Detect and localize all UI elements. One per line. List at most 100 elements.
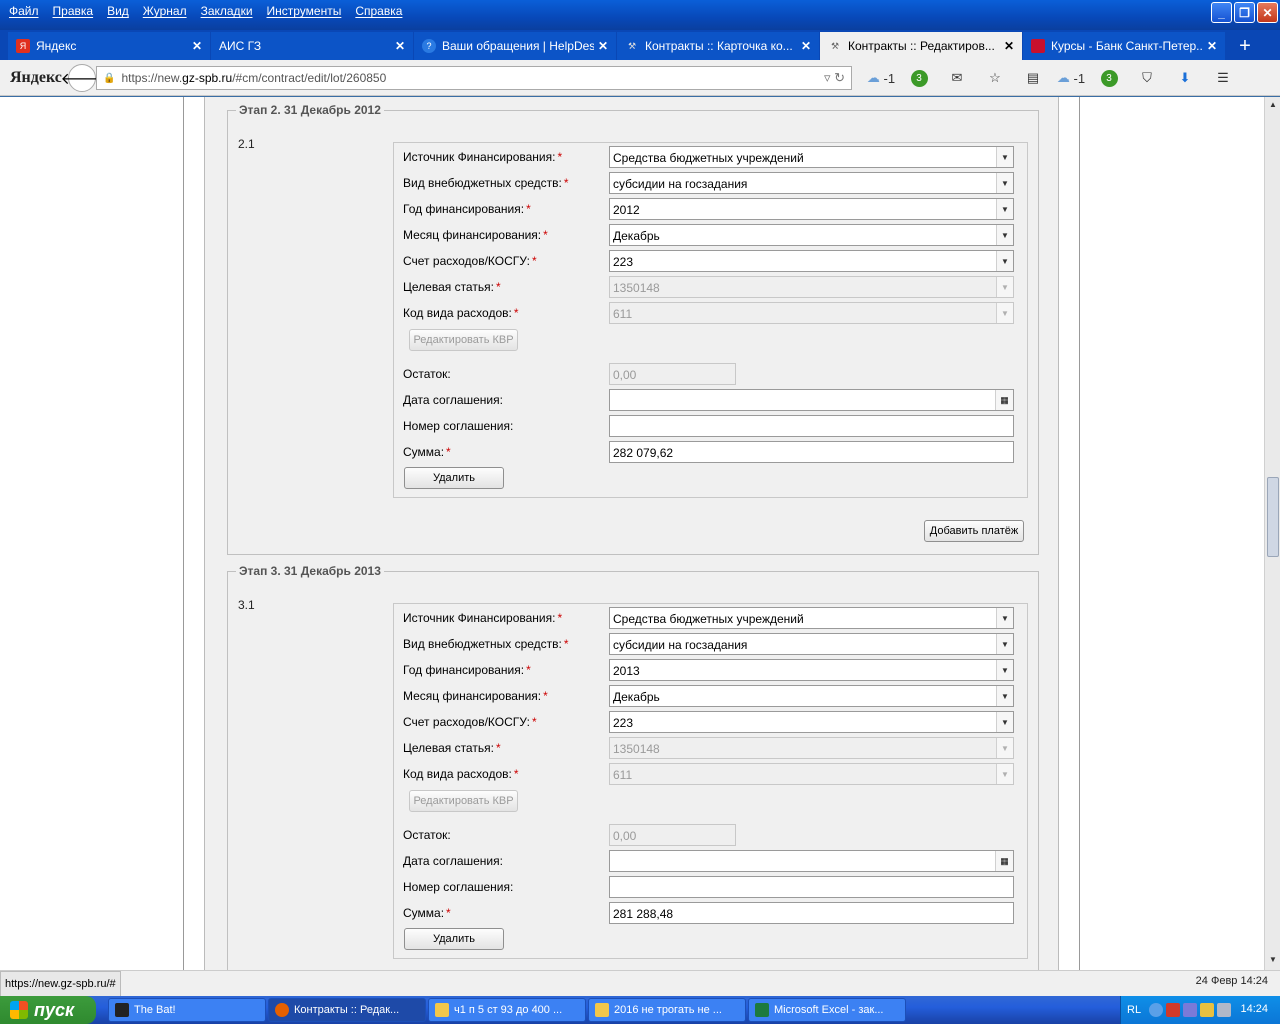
row-year: Год финансирования: * 2012 ▼: [403, 198, 1015, 220]
year-select[interactable]: 2013 ▼: [609, 659, 1014, 681]
payment-block: Источник Финансирования: * Средства бюдже…: [393, 142, 1028, 498]
task-excel[interactable]: Microsoft Excel - зак...: [748, 998, 906, 1022]
minimize-icon[interactable]: _: [1211, 2, 1232, 23]
yandex-icon: Я: [16, 39, 30, 53]
label-year: Год финансирования: *: [403, 202, 531, 216]
new-tab-icon[interactable]: +: [1230, 32, 1260, 60]
label-sum: Сумма: *: [403, 445, 451, 459]
status-url: https://new.gz-spb.ru/#: [0, 971, 121, 997]
chevron-down-icon: ▼: [996, 303, 1013, 323]
task-the-bat[interactable]: The Bat!: [108, 998, 266, 1022]
menu-help[interactable]: Справка: [348, 4, 409, 18]
agreement-number-field[interactable]: [609, 415, 1014, 437]
extension-badge-icon[interactable]: 3: [900, 68, 938, 88]
close-tab-icon[interactable]: ✕: [395, 39, 405, 53]
scroll-thumb[interactable]: [1267, 477, 1279, 557]
agreement-number-field[interactable]: [609, 876, 1014, 898]
menu-file[interactable]: Файл: [2, 4, 46, 18]
menu-tools[interactable]: Инструменты: [260, 4, 349, 18]
sum-field[interactable]: 282 079,62: [609, 441, 1014, 463]
pocket-icon[interactable]: ⛉: [1128, 68, 1166, 88]
tab-yandex[interactable]: Я Яндекс ✕: [8, 32, 210, 60]
tab-label: Контракты :: Карточка ко...: [645, 39, 793, 53]
tab-contract-edit[interactable]: ⚒ Контракты :: Редактиров... ✕: [820, 32, 1022, 60]
close-tab-icon[interactable]: ✕: [801, 39, 811, 53]
menu-bookmarks[interactable]: Закладки: [194, 4, 260, 18]
chevron-down-icon: ▼: [996, 660, 1013, 680]
chevron-down-icon: ▼: [996, 764, 1013, 784]
network-icon[interactable]: [1183, 1003, 1198, 1017]
back-arrow-icon[interactable]: 🡐: [61, 64, 103, 92]
agreement-date-field[interactable]: ▦: [609, 389, 1014, 411]
label-target: Целевая статья: *: [403, 280, 501, 294]
tab-contract-card[interactable]: ⚒ Контракты :: Карточка ко... ✕: [617, 32, 819, 60]
cloud-icon[interactable]: ☁ -1: [1052, 68, 1090, 88]
tab-helpdesk[interactable]: ? Ваши обращения | HelpDes... ✕: [414, 32, 616, 60]
tab-label: АИС ГЗ: [219, 39, 262, 53]
month-select[interactable]: Декабрь ▼: [609, 224, 1014, 246]
extension-badge-icon[interactable]: 3: [1090, 68, 1128, 88]
calendar-icon[interactable]: ▦: [995, 390, 1013, 410]
row-account: Счет расходов/КОСГУ: * 223 ▼: [403, 250, 1015, 272]
mail-icon[interactable]: ✉: [938, 68, 976, 88]
delete-payment-button[interactable]: Удалить: [404, 467, 504, 489]
task-folder-1[interactable]: ч1 п 5 ст 93 до 400 ...: [428, 998, 586, 1022]
menu-history[interactable]: Журнал: [136, 4, 194, 18]
hamburger-menu-icon[interactable]: ☰: [1204, 68, 1242, 88]
account-select[interactable]: 223 ▼: [609, 250, 1014, 272]
tray-arrow-icon[interactable]: [1149, 1003, 1164, 1017]
antivirus-icon[interactable]: [1166, 1003, 1181, 1017]
navigation-bar: Яндекс 🡐 🔒 https://new. gz-spb.ru/#cm/con…: [0, 60, 1280, 96]
url-bar[interactable]: 🔒 https://new. gz-spb.ru/#cm/contract/edi…: [96, 66, 852, 90]
chevron-down-icon: ▼: [996, 147, 1013, 167]
close-tab-icon[interactable]: ✕: [1004, 39, 1014, 53]
bank-icon: [1031, 39, 1045, 53]
lock-icon: 🔒: [103, 72, 116, 84]
menu-view[interactable]: Вид: [100, 4, 136, 18]
calendar-icon[interactable]: ▦: [995, 851, 1013, 871]
menu-edit[interactable]: Правка: [46, 4, 101, 18]
printer-icon[interactable]: [1217, 1003, 1232, 1017]
task-firefox[interactable]: Контракты :: Редак...: [268, 998, 426, 1022]
chevron-down-icon: ▼: [996, 686, 1013, 706]
source-select[interactable]: Средства бюджетных учреждений ▼: [609, 146, 1014, 168]
toolbar-icons: ☁ -1 3 ✉ ☆ ▤ ☁ -1 3 ⛉ ⬇ ☰: [862, 68, 1242, 88]
start-button[interactable]: пуск: [0, 996, 96, 1024]
row-agreement-no: Номер соглашения:: [403, 876, 1015, 898]
account-select[interactable]: 223 ▼: [609, 711, 1014, 733]
tray-app-icon[interactable]: [1200, 1003, 1215, 1017]
year-select[interactable]: 2012 ▼: [609, 198, 1014, 220]
tab-strip: Я Яндекс ✕ АИС ГЗ ✕ ? Ваши обращения | H…: [0, 30, 1280, 60]
language-indicator[interactable]: RL: [1127, 1004, 1141, 1016]
close-tab-icon[interactable]: ✕: [192, 39, 202, 53]
month-select[interactable]: Декабрь ▼: [609, 685, 1014, 707]
close-tab-icon[interactable]: ✕: [1207, 39, 1217, 53]
sum-field[interactable]: 281 288,48: [609, 902, 1014, 924]
row-agreement-date: Дата соглашения: ▦: [403, 850, 1015, 872]
reload-icon[interactable]: ▿ ↻: [824, 70, 845, 86]
bookmark-star-icon[interactable]: ☆: [976, 68, 1014, 88]
vertical-scrollbar[interactable]: ▲ ▼: [1264, 97, 1280, 970]
download-icon[interactable]: ⬇: [1166, 68, 1204, 88]
task-folder-2[interactable]: 2016 не трогать не ...: [588, 998, 746, 1022]
close-tab-icon[interactable]: ✕: [598, 39, 608, 53]
tab-bank-rates[interactable]: Курсы - Банк Санкт-Петер... ✕: [1023, 32, 1225, 60]
scroll-down-icon[interactable]: ▼: [1267, 955, 1279, 967]
cloud-icon[interactable]: ☁ -1: [862, 68, 900, 88]
close-window-icon[interactable]: ✕: [1257, 2, 1278, 23]
payment-number: 3.1: [238, 598, 255, 612]
hammer-icon: ⚒: [830, 40, 840, 51]
label-rest: Остаток:: [403, 367, 451, 381]
offbudget-select[interactable]: субсидии на госзадания ▼: [609, 633, 1014, 655]
offbudget-select[interactable]: субсидии на госзадания ▼: [609, 172, 1014, 194]
source-select[interactable]: Средства бюджетных учреждений ▼: [609, 607, 1014, 629]
delete-payment-button[interactable]: Удалить: [404, 928, 504, 950]
add-payment-button[interactable]: Добавить платёж: [924, 520, 1024, 542]
tab-ais-gz[interactable]: АИС ГЗ ✕: [211, 32, 413, 60]
row-sum: Сумма: * 281 288,48: [403, 902, 1015, 924]
reading-list-icon[interactable]: ▤: [1014, 68, 1052, 88]
agreement-date-field[interactable]: ▦: [609, 850, 1014, 872]
tab-label: Курсы - Банк Санкт-Петер...: [1051, 39, 1203, 53]
scroll-up-icon[interactable]: ▲: [1267, 100, 1279, 112]
restore-icon[interactable]: ❐: [1234, 2, 1255, 23]
